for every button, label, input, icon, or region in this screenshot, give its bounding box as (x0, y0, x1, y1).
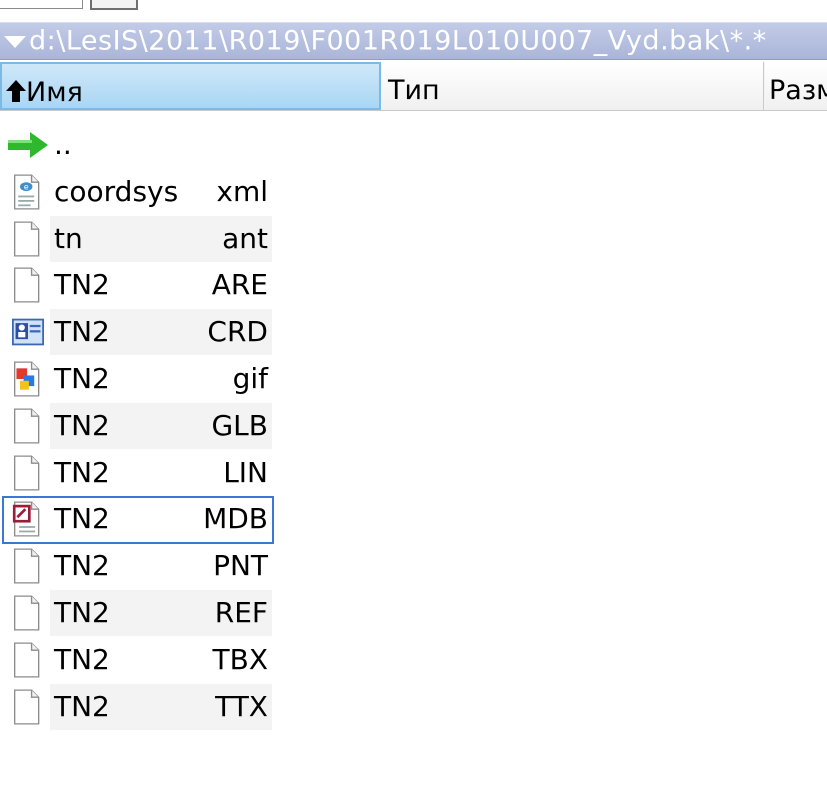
path-text: d:\LesIS\2011\R019\F001R019L010U007_Vyd.… (29, 25, 767, 57)
access-db-icon (12, 501, 40, 537)
column-type-label: Тип (388, 75, 440, 106)
file-extension: gif (232, 361, 268, 395)
file-row[interactable]: TN2 gif (0, 356, 272, 402)
generic-file-icon (14, 408, 40, 444)
file-row[interactable]: TN2 REF (0, 589, 272, 636)
generic-file-icon (14, 689, 40, 725)
file-name: TN2 (54, 689, 110, 723)
file-row[interactable]: e coordsys xml (0, 169, 272, 215)
sort-ascending-icon (6, 79, 26, 102)
updir-label: .. (54, 128, 72, 161)
file-row[interactable]: TN2 MDB (0, 496, 274, 545)
column-name-header[interactable]: Имя (0, 62, 381, 110)
file-name: TN2 (54, 642, 110, 676)
file-extension: ant (222, 221, 268, 255)
file-extension: TTX (215, 689, 268, 723)
file-extension: PNT (213, 549, 268, 583)
column-name-label: Имя (26, 77, 83, 108)
generic-file-icon (14, 595, 40, 631)
file-list: .. e coordsys xml tn ant TN2 ARE TN2 CRD TN2 gif TN… (0, 122, 827, 730)
generic-file-icon (14, 548, 40, 584)
drive-button-stub[interactable] (90, 0, 138, 10)
up-directory-arrow-icon (8, 132, 48, 158)
file-extension: GLB (211, 408, 268, 442)
path-bar[interactable]: d:\LesIS\2011\R019\F001R019L010U007_Vyd.… (0, 22, 827, 60)
file-row[interactable]: TN2 GLB (0, 402, 272, 449)
file-row[interactable]: tn ant (0, 215, 272, 262)
file-row[interactable]: TN2 LIN (0, 450, 272, 496)
image-file-icon (14, 361, 40, 397)
file-name: TN2 (54, 268, 110, 302)
file-row[interactable]: TN2 TBX (0, 637, 272, 683)
path-dropdown-icon[interactable] (4, 35, 26, 48)
contact-card-icon (12, 318, 44, 346)
column-size-label: Разм (769, 75, 827, 106)
svg-text:e: e (24, 182, 29, 191)
top-strip (0, 0, 827, 22)
generic-file-icon (14, 267, 40, 303)
file-extension: MDB (203, 502, 268, 536)
file-row[interactable]: TN2 CRD (0, 309, 272, 356)
generic-file-icon (14, 455, 40, 491)
file-name: TN2 (54, 361, 110, 395)
column-size-header[interactable]: Разм (765, 62, 827, 110)
file-extension: REF (214, 595, 268, 629)
column-type-header[interactable]: Тип (382, 62, 764, 110)
file-name: TN2 (54, 595, 110, 629)
file-name: tn (54, 221, 83, 255)
generic-file-icon (14, 642, 40, 678)
file-row[interactable]: TN2 ARE (0, 262, 272, 308)
file-name: TN2 (54, 549, 110, 583)
file-extension: xml (216, 174, 268, 208)
updir-row[interactable]: .. (0, 122, 272, 168)
file-name: TN2 (54, 502, 110, 536)
column-header: Имя Тип Разм (0, 62, 827, 111)
generic-file-icon (14, 221, 40, 257)
xml-file-icon: e (14, 174, 40, 210)
file-extension: TBX (212, 642, 269, 676)
file-extension: LIN (223, 455, 268, 489)
file-extension: ARE (211, 268, 268, 302)
file-extension: CRD (207, 315, 268, 349)
tab-stub (0, 0, 83, 9)
file-name: TN2 (54, 315, 110, 349)
file-name: TN2 (54, 455, 110, 489)
file-row[interactable]: TN2 TTX (0, 683, 272, 730)
file-name: coordsys (54, 174, 179, 208)
file-row[interactable]: TN2 PNT (0, 543, 272, 589)
file-name: TN2 (54, 408, 110, 442)
